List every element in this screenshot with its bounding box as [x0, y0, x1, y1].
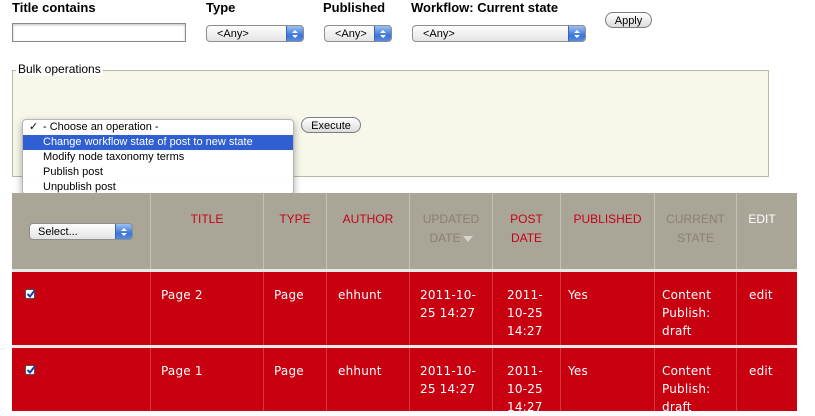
cell-updated-date: 2011-10- 25 14:27: [420, 286, 476, 322]
table-header: Select... TITLE TYPE AUTHOR UPDATED DATE…: [12, 193, 797, 269]
cell-line: Publish:: [662, 382, 711, 396]
column-header-current-state[interactable]: CURRENT STATE: [655, 193, 736, 269]
bulk-operation-menu[interactable]: ✓ - Choose an operation - Change workflo…: [22, 119, 294, 195]
cell-published: Yes: [568, 288, 588, 302]
edit-link[interactable]: edit: [749, 362, 773, 380]
cell-current-state: Content Publish: draft: [662, 286, 711, 340]
row-checkbox[interactable]: [25, 289, 36, 299]
column-header-edit: EDIT: [748, 212, 776, 226]
menu-item-modify-taxonomy[interactable]: Modify node taxonomy terms: [23, 150, 293, 165]
cell-line: draft: [662, 324, 692, 338]
cell-line: 2011-10-: [420, 288, 477, 302]
type-filter-select[interactable]: <Any>: [206, 25, 304, 42]
header-line: DATE: [410, 229, 492, 248]
cell-published: Yes: [568, 364, 588, 378]
cell-line: 14:27: [507, 400, 543, 414]
cell-type: Page: [274, 364, 304, 378]
cell-line: 2011-: [507, 364, 543, 378]
header-text: DATE: [429, 231, 461, 245]
checkmark-icon: [26, 289, 36, 299]
header-line: POST: [510, 212, 543, 226]
menu-item-label: Modify node taxonomy terms: [43, 151, 185, 163]
select-rows-dropdown[interactable]: Select...: [29, 223, 133, 240]
menu-item-label: Change workflow state of post to new sta…: [43, 136, 253, 148]
chevron-updown-icon: [568, 26, 585, 41]
menu-item-label: - Choose an operation -: [43, 121, 159, 133]
column-header-author[interactable]: AUTHOR: [327, 193, 409, 269]
workflow-filter-value: <Any>: [423, 28, 455, 40]
header-line: STATE: [677, 231, 714, 245]
chevron-updown-icon: [115, 224, 132, 239]
menu-item-label: Publish post: [43, 166, 103, 178]
menu-item-label: Unpublish post: [43, 181, 116, 193]
menu-item-choose-operation[interactable]: ✓ - Choose an operation -: [23, 120, 293, 135]
header-line: UPDATED: [422, 212, 480, 226]
sort-descending-icon: [462, 235, 473, 242]
table-row: Page 2 Page ehhunt 2011-10- 25 14:27 201…: [12, 272, 797, 345]
cell-title: Page 2: [161, 288, 203, 302]
workflow-filter-label: Workflow: Current state: [411, 0, 559, 15]
cell-line: 2011-: [507, 288, 543, 302]
select-rows-value: Select...: [38, 226, 78, 238]
cell-line: Publish:: [662, 306, 711, 320]
column-header-updated-date[interactable]: UPDATED DATE: [410, 193, 492, 269]
cell-updated-date: 2011-10- 25 14:27: [420, 362, 476, 398]
cell-title: Page 1: [161, 364, 203, 378]
column-header-title[interactable]: TITLE: [151, 193, 263, 269]
workflow-filter-select[interactable]: <Any>: [412, 25, 586, 42]
cell-line: draft: [662, 400, 692, 414]
cell-line: 25 14:27: [420, 382, 476, 396]
cell-post-date: 2011- 10-25 14:27: [507, 362, 543, 416]
apply-button[interactable]: Apply: [605, 12, 652, 28]
cell-line: 25 14:27: [420, 306, 476, 320]
published-filter-select[interactable]: <Any>: [324, 25, 392, 42]
cell-type: Page: [274, 288, 304, 302]
column-header-published[interactable]: PUBLISHED: [561, 193, 654, 269]
published-filter-label: Published: [323, 0, 386, 15]
published-filter-value: <Any>: [335, 28, 367, 40]
cell-line: 10-25: [507, 382, 543, 396]
title-filter-label: Title contains: [12, 0, 96, 15]
bulk-operations-legend: Bulk operations: [16, 62, 103, 76]
column-header-post-date[interactable]: POST DATE: [493, 193, 560, 269]
menu-item-publish-post[interactable]: Publish post: [23, 165, 293, 180]
cell-line: 2011-10-: [420, 364, 477, 378]
cell-line: Content: [662, 288, 712, 302]
cell-post-date: 2011- 10-25 14:27: [507, 286, 543, 340]
title-filter-input[interactable]: [12, 23, 186, 42]
row-checkbox[interactable]: [25, 365, 36, 375]
cell-line: 14:27: [507, 324, 543, 338]
column-header-type[interactable]: TYPE: [264, 193, 326, 269]
table-row: Page 1 Page ehhunt 2011-10- 25 14:27 201…: [12, 348, 797, 414]
menu-item-change-workflow-state[interactable]: Change workflow state of post to new sta…: [23, 135, 293, 150]
cell-author: ehhunt: [338, 364, 382, 378]
header-line: DATE: [510, 231, 543, 245]
cell-author: ehhunt: [338, 288, 382, 302]
cell-current-state: Content Publish: draft: [662, 362, 711, 416]
chevron-updown-icon: [286, 26, 303, 41]
type-filter-label: Type: [206, 0, 236, 15]
chevron-updown-icon: [374, 26, 391, 41]
type-filter-value: <Any>: [217, 28, 249, 40]
header-line: CURRENT: [666, 212, 725, 226]
edit-link[interactable]: edit: [749, 286, 773, 304]
checkmark-icon: [26, 365, 36, 375]
cell-line: 10-25: [507, 306, 543, 320]
checkmark-icon: ✓: [29, 121, 39, 133]
cell-line: Content: [662, 364, 712, 378]
execute-button[interactable]: Execute: [301, 117, 361, 133]
